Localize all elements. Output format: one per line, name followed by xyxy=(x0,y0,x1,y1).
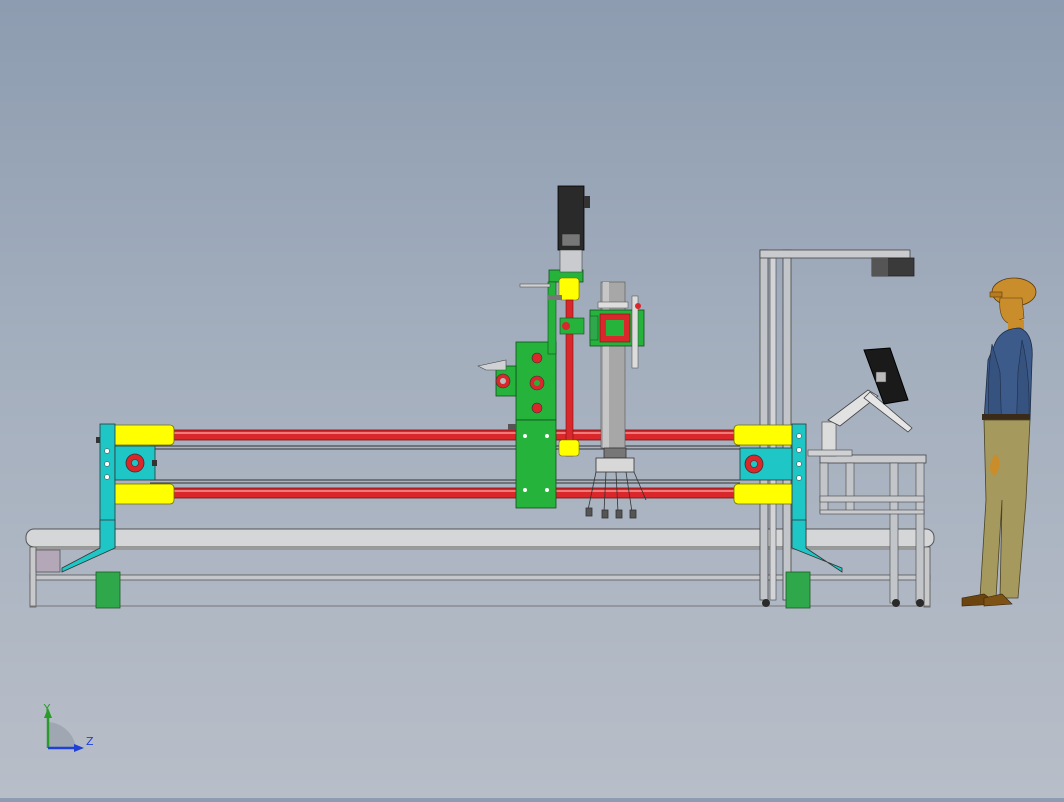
triad-y-label: Y xyxy=(43,702,51,715)
model-view: Y Z xyxy=(25,185,1037,752)
human-figure xyxy=(961,277,1037,607)
axis-triad-icon: Y Z xyxy=(43,702,94,752)
monitor xyxy=(827,347,913,433)
cad-viewport[interactable]: Y Z xyxy=(0,0,1064,798)
left-end-plate xyxy=(61,423,157,609)
spindle-column xyxy=(589,281,645,449)
linear-rails xyxy=(150,429,740,499)
triad-z-label: Z xyxy=(86,735,94,748)
